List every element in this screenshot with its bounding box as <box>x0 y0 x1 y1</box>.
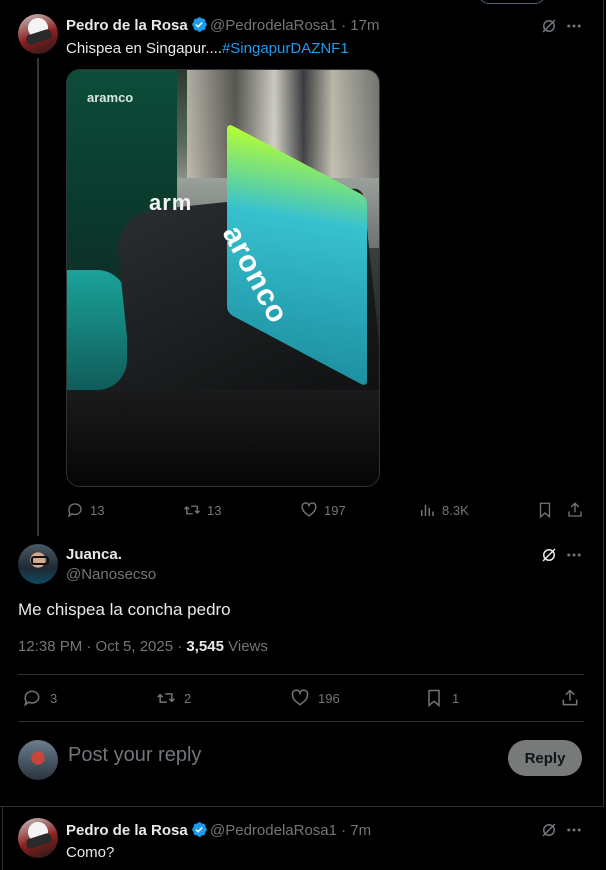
photo-floor <box>67 390 379 486</box>
tweet3-text: Como? <box>66 844 115 861</box>
tweet1-reply-count: 13 <box>90 502 105 518</box>
reply-icon <box>24 690 40 707</box>
repost-icon <box>157 693 175 703</box>
divider <box>0 806 604 807</box>
column-border-left <box>2 806 3 870</box>
tweet1-handle-time[interactable]: @PedrodelaRosa1 · 17m <box>210 17 379 34</box>
divider <box>18 674 584 675</box>
reply-reply-button[interactable]: 3 <box>22 688 57 708</box>
tweet1-repost-button[interactable]: 13 <box>183 501 221 519</box>
bookmark-icon <box>428 689 440 708</box>
reply-like-count: 196 <box>318 690 340 706</box>
avatar-current-user[interactable] <box>18 740 58 780</box>
grok-icon[interactable] <box>540 821 558 839</box>
share-icon <box>568 502 582 517</box>
reply-views-label: Views <box>223 638 268 655</box>
reply-repost-button[interactable]: 2 <box>156 688 191 708</box>
tweet1-author-name[interactable]: Pedro de la Rosa <box>66 17 188 34</box>
tweet1-hashtag[interactable]: #SingapurDAZNF1 <box>222 40 349 57</box>
tweet1-share-button[interactable] <box>566 501 590 519</box>
reply-like-button[interactable]: 196 <box>290 688 340 708</box>
reply-author-name[interactable]: Juanca. <box>66 546 122 563</box>
like-icon <box>301 502 317 517</box>
tweet3-handle-time[interactable]: @PedrodelaRosa1 · 7m <box>210 822 371 839</box>
like-icon <box>291 689 309 706</box>
top-pill-button[interactable] <box>478 0 546 4</box>
reply-repost-count: 2 <box>184 690 192 706</box>
reply-handle[interactable]: @Nanosecso <box>66 566 156 583</box>
reply-text: Me chispea la concha pedro <box>18 600 231 619</box>
views-icon <box>421 504 434 516</box>
tweet1-repost-count: 13 <box>207 502 222 518</box>
reply-bookmark-count: 1 <box>452 690 460 706</box>
reply-composer-input[interactable]: Post your reply <box>68 744 201 767</box>
reply-timestamp[interactable]: 12:38 PM · Oct 5, 2025 · <box>18 638 186 655</box>
verified-icon <box>191 17 207 32</box>
reply-bookmark-button[interactable]: 1 <box>424 688 459 708</box>
avatar-pedro[interactable] <box>18 818 58 858</box>
tweet1-text: Chispea en Singapur....#SingapurDAZNF1 <box>66 40 349 57</box>
reply-meta: 12:38 PM · Oct 5, 2025 · 3,545 Views <box>18 638 268 655</box>
reply-reply-count: 3 <box>50 690 58 706</box>
bookmark-icon <box>539 502 551 519</box>
photo-car-body <box>67 270 127 390</box>
tweet1-reply-button[interactable]: 13 <box>66 501 104 519</box>
tweet1-body: Chispea en Singapur.... <box>66 40 222 57</box>
tweet1-views-count: 8.3K <box>442 502 469 518</box>
tweet1-like-count: 197 <box>324 502 346 518</box>
more-icon[interactable] <box>565 17 583 35</box>
avatar-pedro[interactable] <box>18 14 58 54</box>
reply-share-button[interactable] <box>560 688 588 708</box>
photo-arm-logo: arm <box>149 190 193 215</box>
photo-aramco-logo: aramco <box>87 90 134 105</box>
reply-views-count: 3,545 <box>186 638 224 655</box>
tweet3-author-name[interactable]: Pedro de la Rosa <box>66 822 188 839</box>
more-icon[interactable] <box>565 821 583 839</box>
reply-submit-button[interactable]: Reply <box>508 740 582 776</box>
reply-icon <box>67 503 82 518</box>
tweet3-author[interactable]: Pedro de la Rosa <box>66 821 208 839</box>
tweet1-views-button[interactable]: 8.3K <box>418 501 469 519</box>
share-icon <box>562 689 578 706</box>
grok-icon[interactable] <box>540 17 558 35</box>
verified-icon <box>191 822 207 837</box>
tweet1-like-button[interactable]: 197 <box>300 501 346 519</box>
avatar-juanca[interactable] <box>18 544 58 584</box>
tweet1-author[interactable]: Pedro de la Rosa <box>66 16 208 34</box>
thread-line <box>37 58 39 536</box>
repost-icon <box>184 505 200 515</box>
tweet1-bookmark-button[interactable] <box>536 501 560 519</box>
divider <box>18 721 584 722</box>
column-border-right <box>603 0 604 806</box>
more-icon[interactable] <box>565 546 583 564</box>
grok-icon[interactable] <box>540 546 558 564</box>
tweet1-photo[interactable]: aramco aronco arm <box>66 69 380 487</box>
